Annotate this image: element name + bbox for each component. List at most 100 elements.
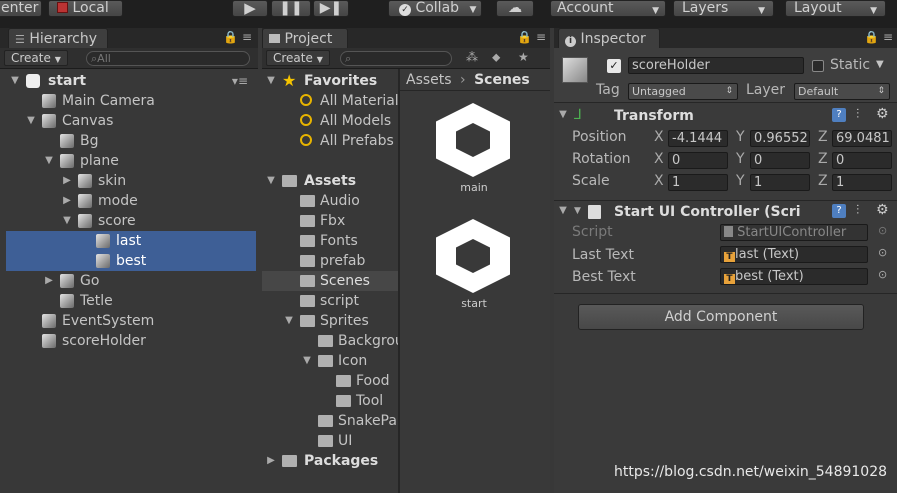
- menu-icon[interactable]: ≡: [242, 30, 252, 44]
- favorites-row[interactable]: ▼ ★ Favorites: [262, 71, 398, 91]
- favorite-item[interactable]: All Materials: [262, 91, 398, 111]
- folder-item[interactable]: script: [262, 291, 398, 311]
- preset-sliders-icon[interactable]: ⫶: [856, 107, 859, 122]
- breadcrumb-assets[interactable]: Assets: [406, 72, 452, 88]
- folder-item[interactable]: Fbx: [262, 211, 398, 231]
- hierarchy-item[interactable]: ▶ skin: [6, 171, 256, 191]
- lock-icon[interactable]: 🔒: [864, 30, 879, 44]
- scene-asset-main[interactable]: main: [422, 97, 526, 197]
- object-picker-icon[interactable]: ⊙: [878, 268, 887, 281]
- object-picker-icon[interactable]: ⊙: [878, 246, 887, 259]
- hierarchy-item[interactable]: ▶ mode: [6, 191, 256, 211]
- hierarchy-item[interactable]: Bg: [6, 131, 256, 151]
- arrow-down-icon[interactable]: ▼: [302, 351, 312, 371]
- axis-z-label[interactable]: Z: [818, 151, 828, 167]
- breadcrumb-scenes[interactable]: Scenes: [474, 72, 530, 88]
- hierarchy-item[interactable]: best: [6, 251, 256, 271]
- axis-y-label[interactable]: Y: [736, 129, 745, 145]
- arrow-right-icon[interactable]: ▶: [62, 171, 72, 191]
- active-checkbox[interactable]: ✓: [607, 59, 621, 73]
- folder-item[interactable]: SnakePa: [262, 411, 398, 431]
- lock-icon[interactable]: 🔒: [223, 30, 238, 44]
- step-button[interactable]: ▶❚: [313, 0, 349, 17]
- arrow-down-icon[interactable]: ▼: [44, 151, 54, 171]
- scale-y-field[interactable]: 1: [750, 174, 810, 191]
- settings-gear-icon[interactable]: ⚙: [876, 202, 889, 218]
- tab-project[interactable]: Project: [262, 28, 348, 48]
- account-dropdown[interactable]: Account ▼: [550, 0, 666, 17]
- folder-item[interactable]: Scenes: [262, 271, 398, 291]
- folder-item[interactable]: Backgrou: [262, 331, 398, 351]
- axis-y-label[interactable]: Y: [736, 173, 745, 189]
- collab-dropdown[interactable]: ✓ Collab ▼: [388, 0, 482, 17]
- axis-x-label[interactable]: X: [654, 173, 664, 189]
- search-by-type-icon[interactable]: ⁂: [466, 50, 478, 64]
- layout-dropdown[interactable]: Layout ▼: [785, 0, 886, 17]
- scene-menu-icon[interactable]: ▾≡: [232, 71, 248, 91]
- scale-z-field[interactable]: 1: [832, 174, 892, 191]
- menu-icon[interactable]: ≡: [883, 30, 893, 44]
- scene-row[interactable]: ▼ start ▾≡: [6, 71, 256, 91]
- folder-item[interactable]: Fonts: [262, 231, 398, 251]
- hierarchy-item[interactable]: last: [6, 231, 256, 251]
- axis-z-label[interactable]: Z: [818, 173, 828, 189]
- search-by-label-icon[interactable]: ⬥: [492, 50, 500, 65]
- help-book-icon[interactable]: ?: [832, 108, 846, 122]
- arrow-right-icon[interactable]: ▶: [62, 191, 72, 211]
- pause-button[interactable]: ❚❚: [271, 0, 311, 17]
- help-book-icon[interactable]: ?: [832, 204, 846, 218]
- axis-x-label[interactable]: X: [654, 129, 664, 145]
- hierarchy-item[interactable]: ▼ plane: [6, 151, 256, 171]
- favorite-item[interactable]: All Models: [262, 111, 398, 131]
- project-search-input[interactable]: ⌕: [340, 51, 452, 66]
- hierarchy-create-button[interactable]: Create ▼: [4, 50, 68, 66]
- arrow-down-icon[interactable]: ▼: [62, 211, 72, 231]
- rotation-x-field[interactable]: 0: [668, 152, 728, 169]
- settings-gear-icon[interactable]: ⚙: [876, 106, 889, 122]
- folder-item[interactable]: Food: [262, 371, 398, 391]
- folder-item[interactable]: UI: [262, 431, 398, 451]
- hierarchy-item[interactable]: Main Camera: [6, 91, 256, 111]
- folder-item[interactable]: Tool: [262, 391, 398, 411]
- position-z-field[interactable]: 69.0481: [832, 130, 892, 147]
- arrow-right-icon[interactable]: ▶: [44, 271, 54, 291]
- folder-item[interactable]: prefab: [262, 251, 398, 271]
- play-button[interactable]: ▶: [232, 0, 268, 17]
- static-checkbox[interactable]: [812, 60, 824, 72]
- best-text-field[interactable]: Tbest (Text): [720, 268, 868, 285]
- lock-icon[interactable]: 🔒: [517, 30, 532, 44]
- scale-x-field[interactable]: 1: [668, 174, 728, 191]
- hierarchy-item[interactable]: EventSystem: [6, 311, 256, 331]
- rotation-y-field[interactable]: 0: [750, 152, 810, 169]
- axis-x-label[interactable]: X: [654, 151, 664, 167]
- tab-inspector[interactable]: i Inspector: [558, 28, 660, 48]
- layers-dropdown[interactable]: Layers ▼: [673, 0, 774, 17]
- hierarchy-item[interactable]: Tetle: [6, 291, 256, 311]
- global-local-toggle[interactable]: Local: [48, 0, 123, 17]
- hierarchy-item[interactable]: ▼ Canvas: [6, 111, 256, 131]
- tag-dropdown[interactable]: Untagged ⇕: [628, 83, 738, 100]
- layer-dropdown[interactable]: Default ⇕: [794, 83, 890, 100]
- object-name-input[interactable]: scoreHolder: [628, 57, 804, 74]
- hierarchy-item[interactable]: ▶ Go: [6, 271, 256, 291]
- favorite-item[interactable]: All Prefabs: [262, 131, 398, 151]
- hierarchy-search-input[interactable]: ⌕All: [86, 51, 250, 66]
- favorite-star-icon[interactable]: ★: [518, 50, 529, 64]
- cloud-button[interactable]: ☁: [496, 0, 534, 17]
- position-x-field[interactable]: -4.1444: [668, 130, 728, 147]
- axis-z-label[interactable]: Z: [818, 129, 828, 145]
- component-header[interactable]: ▼ ▼ Start UI Controller (Scri ? ⫶ ⚙: [554, 202, 897, 222]
- scene-asset-start[interactable]: start: [422, 213, 526, 313]
- static-dropdown-icon[interactable]: ▼: [876, 59, 884, 70]
- preset-sliders-icon[interactable]: ⫶: [856, 203, 859, 218]
- hierarchy-item[interactable]: scoreHolder: [6, 331, 256, 351]
- rotation-z-field[interactable]: 0: [832, 152, 892, 169]
- packages-row[interactable]: ▶ Packages: [262, 451, 398, 471]
- tab-hierarchy[interactable]: ☰ Hierarchy: [8, 28, 108, 48]
- menu-icon[interactable]: ≡: [536, 30, 546, 44]
- arrow-down-icon[interactable]: ▼: [26, 111, 36, 131]
- arrow-down-icon[interactable]: ▼: [284, 311, 294, 331]
- assets-row[interactable]: ▼ Assets: [262, 171, 398, 191]
- pivot-center-toggle[interactable]: enter: [0, 0, 42, 17]
- position-y-field[interactable]: 0.96552: [750, 130, 810, 147]
